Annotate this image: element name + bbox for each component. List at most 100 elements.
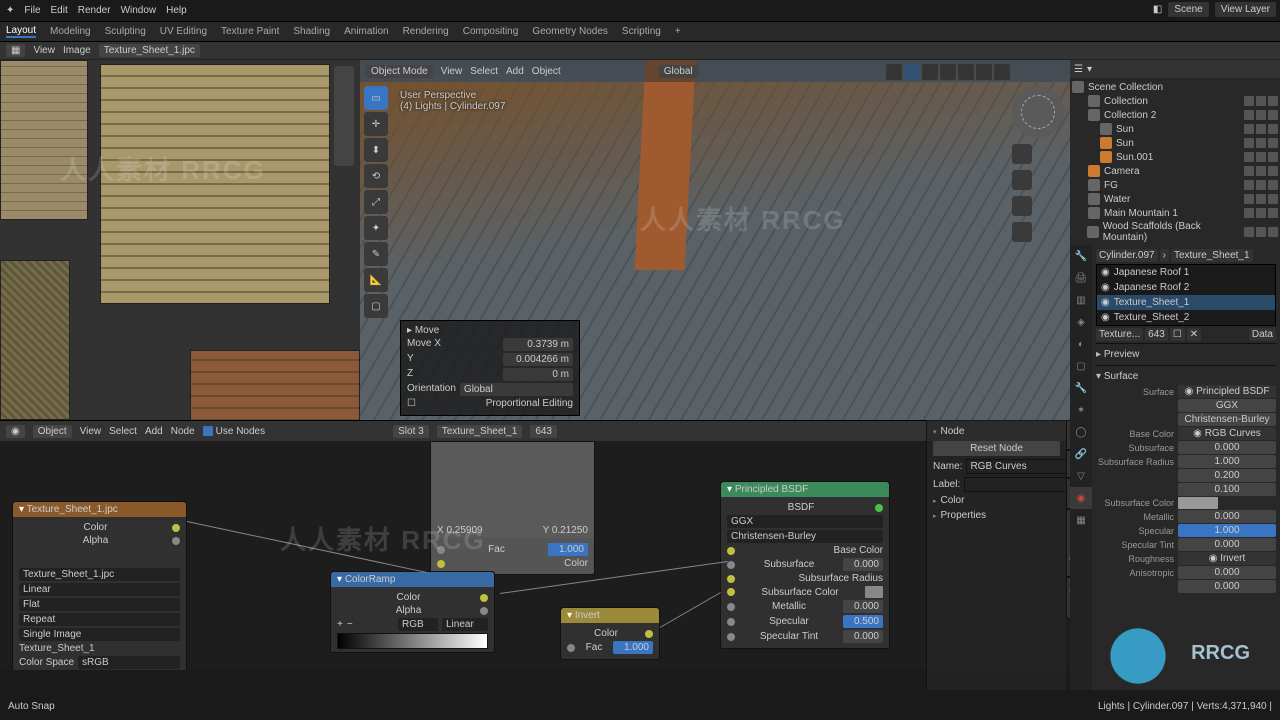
color-swatch[interactable] xyxy=(865,586,883,598)
move-y-value[interactable]: 0.004266 m xyxy=(503,353,573,366)
pan-icon[interactable] xyxy=(1012,170,1032,190)
extension-dropdown[interactable]: Repeat xyxy=(19,613,180,626)
menu-window[interactable]: Window xyxy=(121,5,157,16)
menu-file[interactable]: File xyxy=(24,5,40,16)
input-socket[interactable] xyxy=(567,644,575,652)
section-preview[interactable]: ▸ Preview xyxy=(1096,347,1276,362)
prop-tab-scene-icon[interactable]: ◈ xyxy=(1070,311,1092,333)
node-principled-bsdf[interactable]: ▾ Principled BSDF BSDF GGX Christensen-B… xyxy=(720,481,890,649)
outliner-type-icon[interactable]: ☰ xyxy=(1074,64,1083,75)
material-name-field[interactable]: Texture... xyxy=(1096,328,1143,341)
surface-shader-dropdown[interactable]: ◉ Principled BSDF xyxy=(1178,385,1276,398)
colorspace-dropdown[interactable]: sRGB xyxy=(78,656,180,669)
prop-tab-data-icon[interactable]: ▽ xyxy=(1070,465,1092,487)
node-colorramp[interactable]: ▾ ColorRamp Color Alpha +−RGBLinear xyxy=(330,571,495,653)
material-selector[interactable]: Texture_Sheet_1 xyxy=(437,425,523,438)
prop-tab-render-icon[interactable]: 🔧 xyxy=(1070,245,1092,267)
camera-icon[interactable] xyxy=(1012,196,1032,216)
tab-compositing[interactable]: Compositing xyxy=(463,26,519,37)
sss-radius-1[interactable]: 0.200 xyxy=(1178,469,1276,482)
dist-dropdown[interactable]: GGX xyxy=(727,515,883,528)
prop-tab-world-icon[interactable]: ◐ xyxy=(1070,333,1092,355)
tab-shading[interactable]: Shading xyxy=(293,26,330,37)
img-menu-image[interactable]: Image xyxy=(63,45,91,56)
tool-rotate-icon[interactable]: ⟲ xyxy=(364,164,388,188)
sss-dropdown[interactable]: Christensen-Burley xyxy=(727,530,883,543)
section-surface[interactable]: ▾ Surface xyxy=(1096,369,1276,384)
ne-menu-view[interactable]: View xyxy=(80,426,102,437)
fac-value[interactable]: 1.000 xyxy=(613,641,653,654)
input-socket[interactable] xyxy=(727,603,735,611)
editor-type-icon[interactable]: ▦ xyxy=(6,44,25,57)
vp-menu-object[interactable]: Object xyxy=(532,66,561,77)
sss-radius-2[interactable]: 0.100 xyxy=(1178,483,1276,496)
material-users[interactable]: 643 xyxy=(1145,328,1168,341)
node-invert[interactable]: ▾ Invert Color Fac1.000 xyxy=(560,607,660,660)
sss-color-swatch[interactable] xyxy=(1178,497,1218,509)
image-file-field[interactable]: Texture_Sheet_1.jpc xyxy=(99,44,200,57)
extra-value[interactable]: 0.000 xyxy=(1178,580,1276,593)
material-slot[interactable]: ◉Texture_Sheet_2 xyxy=(1097,310,1275,325)
perspective-icon[interactable] xyxy=(1012,222,1032,242)
node-header[interactable]: ▾ Texture_Sheet_1.jpc xyxy=(13,502,186,517)
zoom-icon[interactable] xyxy=(1012,144,1032,164)
roughness-link[interactable]: ◉ Invert xyxy=(1178,552,1276,565)
outliner-row[interactable]: Sun xyxy=(1070,136,1280,150)
material-slot[interactable]: ◉Texture_Sheet_1 xyxy=(1097,295,1275,310)
orientation-dropdown[interactable]: Global xyxy=(460,383,573,396)
tab-sculpting[interactable]: Sculpting xyxy=(105,26,146,37)
node-header[interactable]: ▾ Invert xyxy=(561,608,659,623)
outliner-row[interactable]: Wood Scaffolds (Back Mountain) xyxy=(1070,220,1280,244)
value-field[interactable]: 0.000 xyxy=(843,558,883,571)
output-socket[interactable] xyxy=(645,630,653,638)
aniso-value[interactable]: 0.000 xyxy=(1178,566,1276,579)
interp-dropdown[interactable]: Linear xyxy=(19,583,180,596)
ne-menu-add[interactable]: Add xyxy=(145,426,163,437)
outliner-filter-icon[interactable]: ▾ xyxy=(1087,64,1092,75)
prop-tab-physics-icon[interactable]: ◯ xyxy=(1070,421,1092,443)
ggx-dropdown[interactable]: GGX xyxy=(1178,399,1276,412)
vp-menu-select[interactable]: Select xyxy=(470,66,498,77)
material-slot[interactable]: ◉Japanese Roof 1 xyxy=(1097,265,1275,280)
tab-scripting[interactable]: Scripting xyxy=(622,26,661,37)
ramp-remove-icon[interactable]: − xyxy=(347,619,353,630)
outliner-row[interactable]: Sun.001 xyxy=(1070,150,1280,164)
image-file-field[interactable]: Texture_Sheet_1.jpc xyxy=(19,568,180,581)
tool-measure-icon[interactable]: 📐 xyxy=(364,268,388,292)
menu-help[interactable]: Help xyxy=(166,5,187,16)
section-title[interactable]: Properties xyxy=(941,510,987,521)
value-field[interactable]: 0.500 xyxy=(843,615,883,628)
outliner-row[interactable]: FG xyxy=(1070,178,1280,192)
scene-selector[interactable]: Scene xyxy=(1168,2,1208,17)
input-socket[interactable] xyxy=(727,618,735,626)
value-field[interactable]: 0.000 xyxy=(843,600,883,613)
ne-menu-node[interactable]: Node xyxy=(171,426,195,437)
specular-tint-value[interactable]: 0.000 xyxy=(1178,538,1276,551)
prop-tab-texture-icon[interactable]: ▦ xyxy=(1070,509,1092,531)
material-slot[interactable]: ◉Japanese Roof 2 xyxy=(1097,280,1275,295)
use-nodes-checkbox[interactable]: Use Nodes xyxy=(203,426,265,437)
ramp-add-icon[interactable]: + xyxy=(337,619,343,630)
shader-type[interactable]: Object xyxy=(33,425,72,438)
tool-transform-icon[interactable]: ✦ xyxy=(364,216,388,240)
material-unlink-icon[interactable]: ✕ xyxy=(1187,328,1201,341)
node-rgb-curves[interactable]: X 0.25909 Y 0.21250 Fac1.000 Color xyxy=(430,441,595,575)
3d-viewport[interactable]: Object Mode View Select Add Object Globa… xyxy=(360,60,1070,420)
outliner-row[interactable]: Camera xyxy=(1070,164,1280,178)
prop-tab-viewlayer-icon[interactable]: ▥ xyxy=(1070,289,1092,311)
prop-tab-modifier-icon[interactable]: 🔧 xyxy=(1070,377,1092,399)
image-editor[interactable] xyxy=(0,60,360,420)
link-mode[interactable]: Data xyxy=(1249,328,1276,341)
editor-type-icon[interactable]: ◉ xyxy=(6,425,25,438)
input-socket[interactable] xyxy=(437,560,445,568)
tab-add[interactable]: + xyxy=(675,26,681,37)
output-socket[interactable] xyxy=(172,524,180,532)
tab-rendering[interactable]: Rendering xyxy=(403,26,449,37)
img-menu-view[interactable]: View xyxy=(33,45,55,56)
fac-value[interactable]: 1.000 xyxy=(548,543,588,556)
ne-menu-select[interactable]: Select xyxy=(109,426,137,437)
prop-tab-particle-icon[interactable]: ✶ xyxy=(1070,399,1092,421)
ramp-interp-dropdown[interactable]: Linear xyxy=(442,618,488,631)
input-socket[interactable] xyxy=(437,546,445,554)
material-slot-list[interactable]: ◉Japanese Roof 1 ◉Japanese Roof 2 ◉Textu… xyxy=(1096,264,1276,326)
